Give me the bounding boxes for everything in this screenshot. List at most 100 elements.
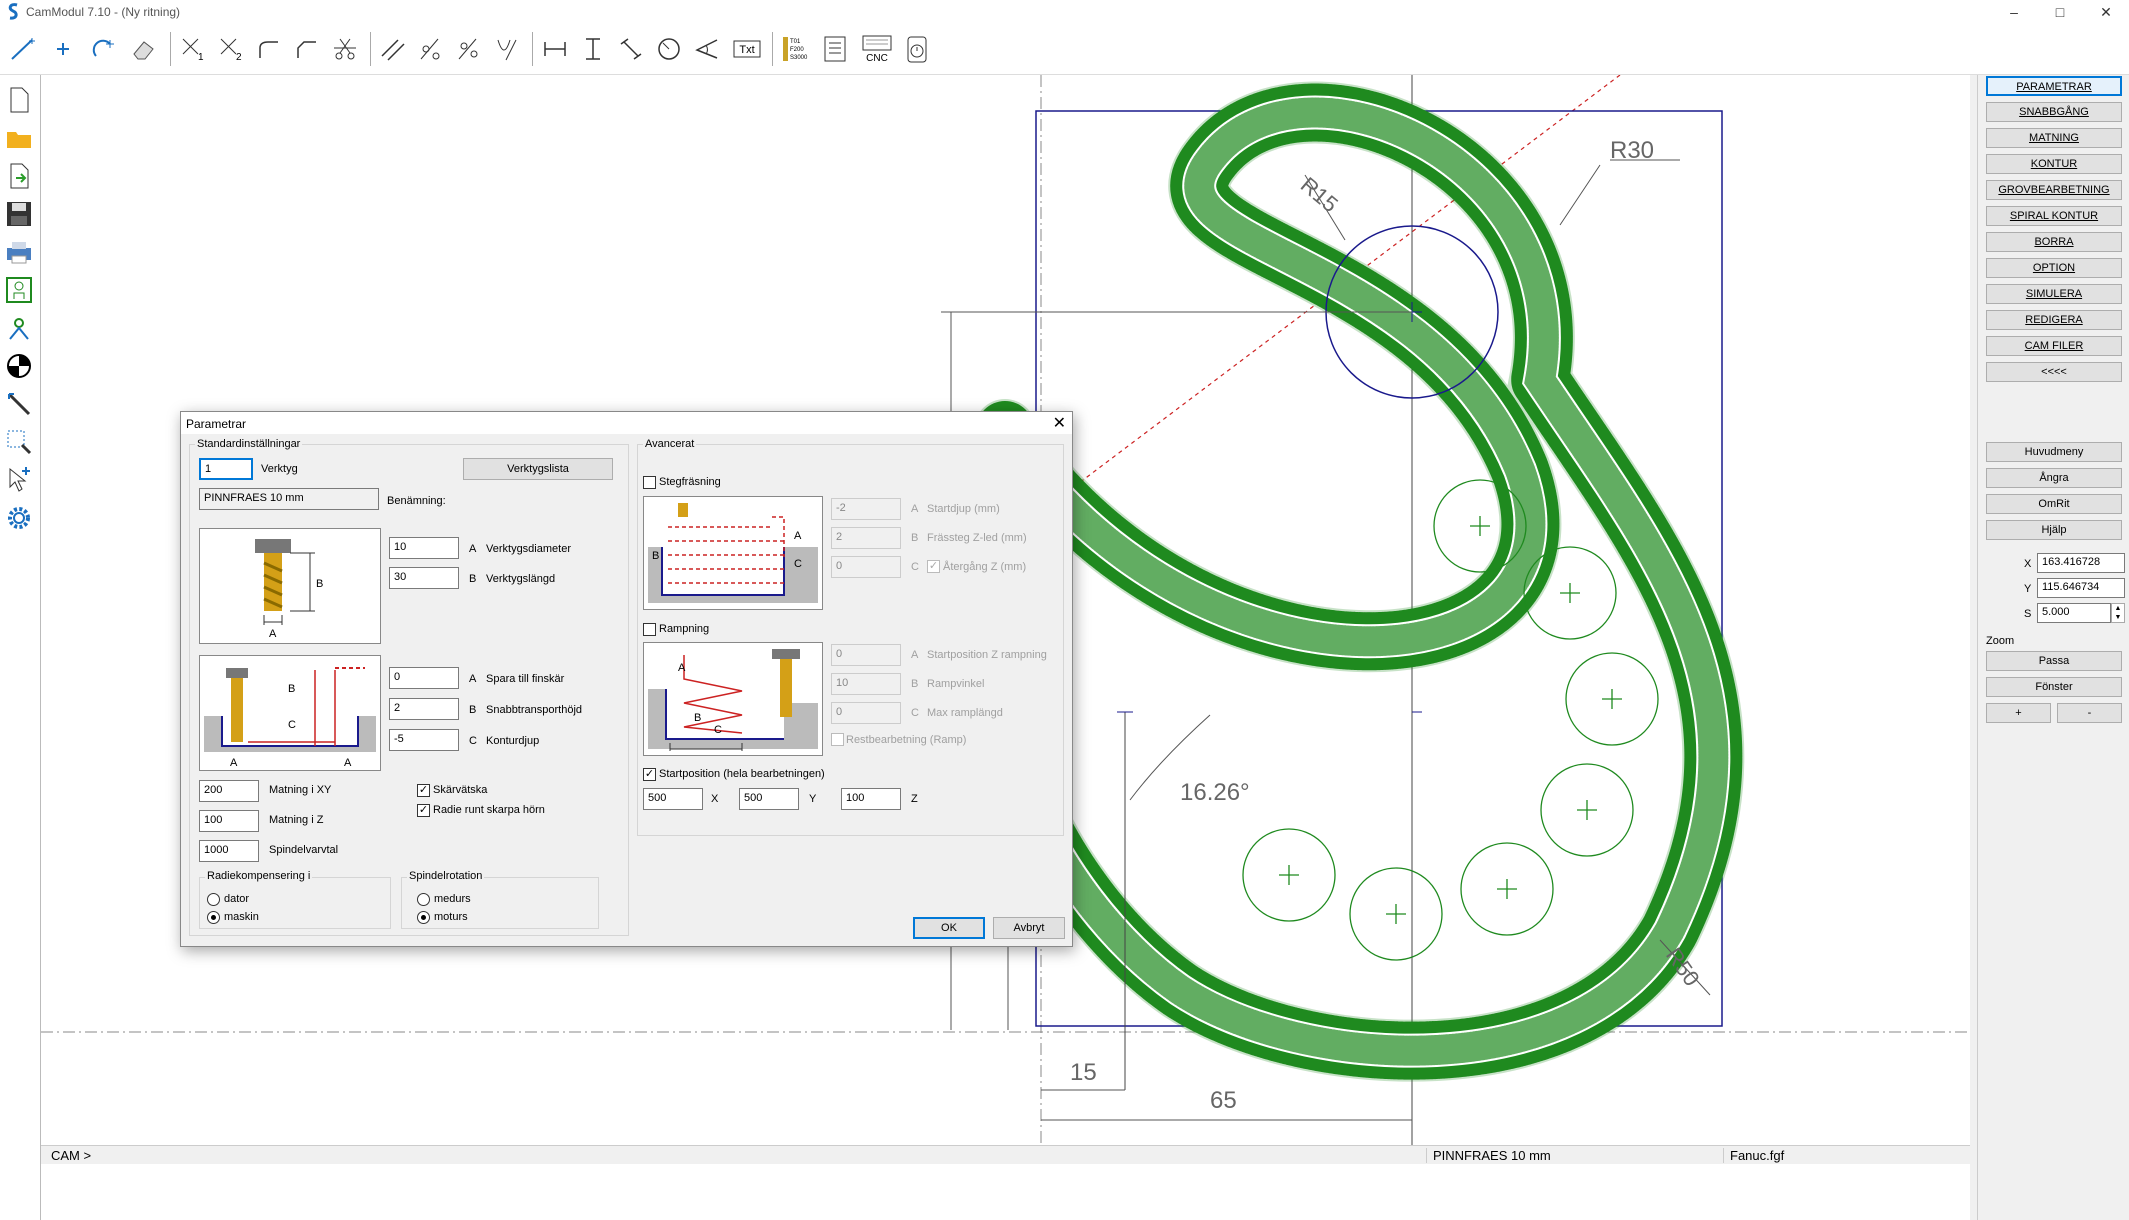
menu-simulera-button[interactable]: SIMULERA — [1986, 284, 2122, 304]
maximize-button[interactable]: □ — [2037, 0, 2083, 24]
menu-parametrar-button[interactable]: PARAMETRAR — [1986, 76, 2122, 96]
chamfer-icon[interactable] — [292, 34, 322, 64]
start-position-checkbox[interactable]: ✓ — [643, 768, 656, 781]
menu-cam-filer-button[interactable]: CAM FILER — [1986, 336, 2122, 356]
print-icon[interactable] — [4, 237, 34, 267]
tool-length-field[interactable]: 30 — [389, 567, 459, 589]
feed-z-field[interactable]: 100 — [199, 810, 259, 832]
rest-machining-checkbox[interactable] — [831, 733, 844, 746]
layer-2-icon[interactable] — [4, 313, 34, 343]
zoom-out-button[interactable]: - — [2057, 703, 2122, 723]
text-icon[interactable]: Txt — [732, 34, 762, 64]
aligned-dim-icon[interactable] — [616, 34, 646, 64]
start-y-field[interactable]: 500 — [739, 788, 799, 810]
comp-computer-radio[interactable] — [207, 893, 220, 906]
dim-r30-label: R30 — [1610, 137, 1654, 164]
eraser-icon[interactable] — [128, 34, 158, 64]
menu-redigera-button[interactable]: REDIGERA — [1986, 310, 2122, 330]
line-tool-icon[interactable] — [8, 34, 38, 64]
step-retract-field[interactable]: 0 — [831, 556, 901, 578]
menu-grovbearbetning-button[interactable]: GROVBEARBETNING — [1986, 180, 2122, 200]
start-x-field[interactable]: 500 — [643, 788, 703, 810]
step-retract-checkbox[interactable]: ✓ — [927, 560, 940, 573]
save-icon[interactable] — [4, 199, 34, 229]
vertical-dim-icon[interactable] — [578, 34, 608, 64]
snap-field[interactable]: 5.000 — [2037, 603, 2111, 623]
snap-spinner[interactable]: ▲ ▼ — [2111, 603, 2125, 623]
svg-text:B: B — [652, 550, 659, 562]
menu-back-button[interactable]: <<<< — [1986, 362, 2122, 382]
minimize-button[interactable]: – — [1991, 0, 2037, 24]
ramping-checkbox[interactable] — [643, 623, 656, 636]
open-folder-icon[interactable] — [4, 123, 34, 153]
help-button[interactable]: Hjälp — [1986, 520, 2122, 540]
step-start-depth-field[interactable]: -2 — [831, 498, 901, 520]
fillet-icon[interactable] — [254, 34, 284, 64]
measure-icon[interactable] — [4, 389, 34, 419]
close-button[interactable]: ✕ — [2083, 0, 2129, 24]
arc-tool-icon[interactable] — [88, 34, 118, 64]
zoom-in-button[interactable]: + — [1986, 703, 2051, 723]
dialog-title: Parametrar — [186, 417, 247, 431]
zoom-window-button[interactable]: Fönster — [1986, 677, 2122, 697]
radius-dim-icon[interactable] — [654, 34, 684, 64]
trim-1-icon[interactable]: 1 — [178, 34, 208, 64]
zoom-fit-button[interactable]: Passa — [1986, 651, 2122, 671]
trim-2-icon[interactable]: 2 — [216, 34, 246, 64]
offset-2-icon[interactable] — [454, 34, 484, 64]
parallel-icon[interactable] — [378, 34, 408, 64]
offset-3-icon[interactable] — [492, 34, 522, 64]
tool-table-icon[interactable]: T01 F200 S3000 — [780, 34, 810, 64]
contour-depth-field[interactable]: -5 — [389, 729, 459, 751]
finish-stock-field[interactable]: 0 — [389, 667, 459, 689]
spindle-speed-field[interactable]: 1000 — [199, 840, 259, 862]
timer-icon[interactable] — [902, 34, 932, 64]
cnc-icon[interactable]: CNC — [860, 34, 894, 64]
zoom-window-icon[interactable] — [4, 427, 34, 457]
menu-snabbgang-button[interactable]: SNABBGÅNG — [1986, 102, 2122, 122]
undo-button[interactable]: Ångra — [1986, 468, 2122, 488]
horizontal-dim-icon[interactable] — [540, 34, 570, 64]
ok-button[interactable]: OK — [913, 917, 985, 939]
angle-dim-icon[interactable] — [692, 34, 722, 64]
menu-kontur-button[interactable]: KONTUR — [1986, 154, 2122, 174]
coolant-checkbox[interactable]: ✓ — [417, 784, 430, 797]
settings-gear-icon[interactable] — [4, 503, 34, 533]
ramp-length-field[interactable]: 0 — [831, 702, 901, 724]
x-coord-field[interactable]: 163.416728 — [2037, 553, 2125, 573]
main-menu-button[interactable]: Huvudmeny — [1986, 442, 2122, 462]
command-area[interactable] — [41, 1164, 1970, 1220]
svg-text:C: C — [288, 719, 296, 731]
start-z-field[interactable]: 100 — [841, 788, 901, 810]
menu-option-button[interactable]: OPTION — [1986, 258, 2122, 278]
y-coord-field[interactable]: 115.646734 — [2037, 578, 2125, 598]
layer-1-icon[interactable] — [4, 275, 34, 305]
dialog-close-button[interactable]: ✕ — [1053, 413, 1066, 433]
new-file-icon[interactable] — [4, 85, 34, 115]
ramp-angle-field[interactable]: 10 — [831, 673, 901, 695]
step-milling-checkbox[interactable] — [643, 476, 656, 489]
import-icon[interactable] — [4, 161, 34, 191]
tool-list-button[interactable]: Verktygslista — [463, 458, 613, 480]
cut-icon[interactable] — [330, 34, 360, 64]
rotation-ccw-radio[interactable] — [417, 911, 430, 924]
ramp-start-field[interactable]: 0 — [831, 644, 901, 666]
tool-number-field[interactable]: 1 — [199, 458, 253, 480]
menu-spiral-kontur-button[interactable]: SPIRAL KONTUR — [1986, 206, 2122, 226]
radius-corner-checkbox[interactable]: ✓ — [417, 804, 430, 817]
rapid-height-field[interactable]: 2 — [389, 698, 459, 720]
feed-xy-field[interactable]: 200 — [199, 780, 259, 802]
rotation-cw-radio[interactable] — [417, 893, 430, 906]
step-z-field[interactable]: 2 — [831, 527, 901, 549]
cancel-button[interactable]: Avbryt — [993, 917, 1065, 939]
offset-1-icon[interactable] — [416, 34, 446, 64]
point-tool-icon[interactable] — [48, 34, 78, 64]
menu-matning-button[interactable]: MATNING — [1986, 128, 2122, 148]
select-icon[interactable] — [4, 465, 34, 495]
menu-borra-button[interactable]: BORRA — [1986, 232, 2122, 252]
comp-machine-radio[interactable] — [207, 911, 220, 924]
tool-diameter-field[interactable]: 10 — [389, 537, 459, 559]
contrast-icon[interactable] — [4, 351, 34, 381]
list-icon[interactable] — [820, 34, 850, 64]
redraw-button[interactable]: OmRit — [1986, 494, 2122, 514]
